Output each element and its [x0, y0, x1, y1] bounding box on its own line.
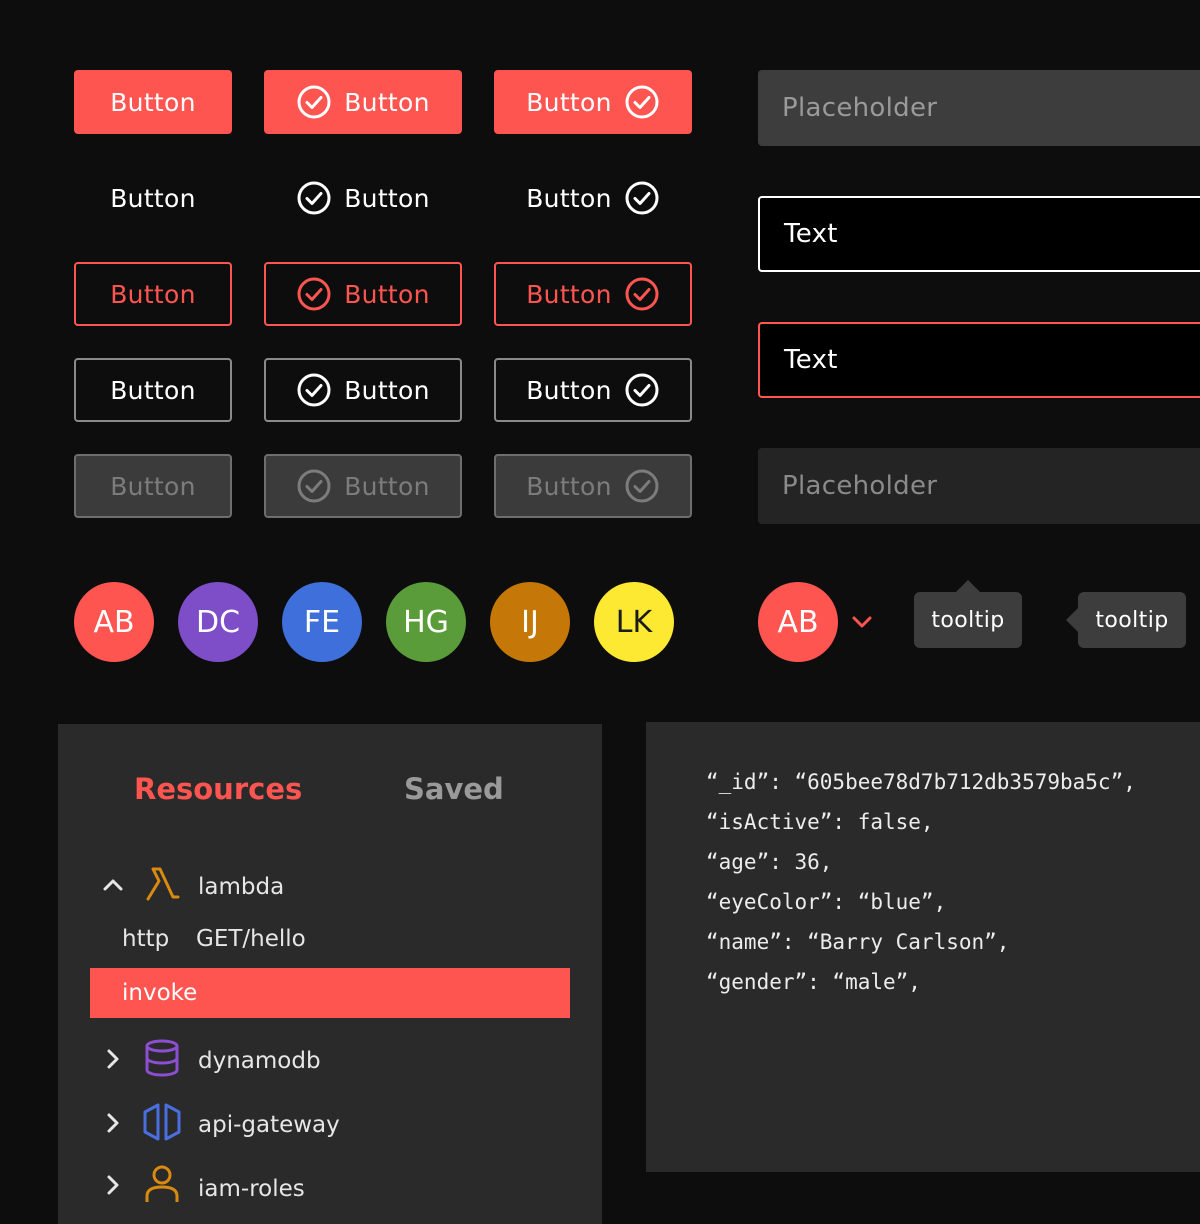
ghost-button-icon-left[interactable]: Button [264, 166, 462, 230]
solid-button-icon-left[interactable]: Button [264, 70, 462, 134]
solid-button-icon-right[interactable]: Button [494, 70, 692, 134]
ghost-button-label[interactable]: Button [74, 166, 232, 230]
avatar[interactable]: IJ [490, 582, 570, 662]
tab-resources[interactable]: Resources [134, 772, 302, 806]
button-label: Button [526, 87, 612, 117]
check-circle-icon [297, 181, 331, 215]
tooltip-text: tooltip [1095, 607, 1169, 633]
check-circle-icon [625, 85, 659, 119]
button-label: Button [526, 375, 612, 405]
tooltip-arrow [1066, 608, 1078, 632]
check-circle-icon [297, 373, 331, 407]
chevron-right-icon[interactable] [102, 1048, 124, 1070]
tree-item-lambda[interactable]: lambda [198, 874, 284, 900]
disabled-button-label: Button [74, 454, 232, 518]
json-line: “age”: 36, [706, 850, 833, 874]
user-avatar-dropdown-trigger[interactable]: AB [758, 582, 838, 662]
button-label: Button [344, 87, 430, 117]
button-label: Button [344, 279, 430, 309]
check-circle-icon [297, 85, 331, 119]
button-label: Button [344, 471, 430, 501]
button-label: Button [526, 183, 612, 213]
check-circle-icon [625, 277, 659, 311]
button-label: Button [526, 471, 612, 501]
tree-item-invoke-selected[interactable]: invoke [90, 968, 570, 1018]
json-line: “isActive”: false, [706, 810, 934, 834]
check-circle-icon [297, 469, 331, 503]
json-line: “_id”: “605bee78d7b712db3579ba5c”, [706, 770, 1136, 794]
input-value: Text [784, 219, 838, 249]
input-placeholder: Placeholder [782, 471, 938, 501]
chevron-up-icon[interactable] [102, 874, 124, 896]
tree-item-iam-roles[interactable]: iam-roles [198, 1176, 305, 1202]
json-line: “name”: “Barry Carlson”, [706, 930, 1010, 954]
avatar[interactable]: LK [594, 582, 674, 662]
text-input-filled[interactable]: Text [758, 196, 1200, 272]
disabled-button-icon-left: Button [264, 454, 462, 518]
avatar-initials: HG [403, 604, 449, 640]
outline-red-button-icon-left[interactable]: Button [264, 262, 462, 326]
button-label: Button [110, 375, 196, 405]
avatar-initials: DC [195, 604, 241, 640]
outline-gray-button-icon-left[interactable]: Button [264, 358, 462, 422]
tree-item-api-gateway[interactable]: api-gateway [198, 1112, 340, 1138]
ghost-button-icon-right[interactable]: Button [494, 166, 692, 230]
button-label: Button [344, 183, 430, 213]
avatar-initials: FE [303, 604, 341, 640]
lambda-icon [146, 867, 180, 901]
text-input-empty[interactable]: Placeholder [758, 70, 1200, 146]
api-gateway-icon [143, 1103, 181, 1141]
user-icon [145, 1165, 179, 1202]
chevron-right-icon[interactable] [102, 1174, 124, 1196]
input-value: Text [784, 345, 838, 375]
tab-saved[interactable]: Saved [404, 772, 504, 806]
resources-panel: Resources Saved lambda http GET/hello in… [58, 724, 602, 1224]
avatar-initials: LK [615, 604, 653, 640]
disabled-button-icon-right: Button [494, 454, 692, 518]
outline-gray-button-label[interactable]: Button [74, 358, 232, 422]
tree-item-http-label: http [122, 926, 170, 952]
button-label: Button [526, 279, 612, 309]
avatar-initials: AB [93, 604, 135, 640]
json-viewer: “_id”: “605bee78d7b712db3579ba5c”, “isAc… [646, 722, 1200, 1172]
button-label: Button [110, 279, 196, 309]
avatar[interactable]: HG [386, 582, 466, 662]
avatar-initials: IJ [521, 604, 539, 640]
tooltip-top-arrow: tooltip [914, 580, 1022, 648]
tree-item-dynamodb[interactable]: dynamodb [198, 1048, 321, 1074]
input-placeholder: Placeholder [782, 93, 938, 123]
button-label: Button [344, 375, 430, 405]
text-input-error[interactable]: Text [758, 322, 1200, 398]
chevron-down-icon[interactable] [850, 612, 874, 632]
text-input-disabled: Placeholder [758, 448, 1200, 524]
check-circle-icon [625, 373, 659, 407]
chevron-right-icon[interactable] [102, 1112, 124, 1134]
database-icon [145, 1039, 179, 1077]
outline-gray-button-icon-right[interactable]: Button [494, 358, 692, 422]
avatar[interactable]: DC [178, 582, 258, 662]
check-circle-icon [297, 277, 331, 311]
button-label: Button [110, 471, 196, 501]
solid-button-label[interactable]: Button [74, 70, 232, 134]
tree-item-route[interactable]: GET/hello [196, 926, 306, 952]
button-label: Button [110, 87, 196, 117]
avatar[interactable]: FE [282, 582, 362, 662]
avatar[interactable]: AB [74, 582, 154, 662]
outline-red-button-icon-right[interactable]: Button [494, 262, 692, 326]
tree-item-label: invoke [122, 980, 198, 1006]
tooltip-arrow [956, 580, 980, 592]
button-label: Button [110, 183, 196, 213]
check-circle-icon [625, 469, 659, 503]
outline-red-button-label[interactable]: Button [74, 262, 232, 326]
json-line: “gender”: “male”, [706, 970, 921, 994]
tooltip-left-arrow: tooltip [1066, 592, 1186, 648]
json-line: “eyeColor”: “blue”, [706, 890, 947, 914]
avatar-initials: AB [777, 604, 819, 640]
check-circle-icon [625, 181, 659, 215]
tooltip-text: tooltip [931, 607, 1005, 633]
